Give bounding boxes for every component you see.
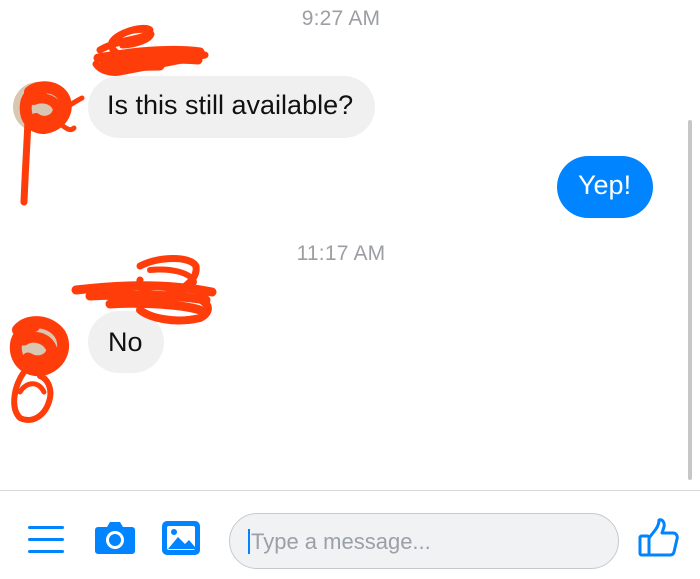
timestamp: 9:27 AM [301,7,381,30]
timestamp: 11:17 AM [296,242,386,265]
incoming-message[interactable]: No [88,311,164,373]
like-icon[interactable] [637,517,679,559]
avatar[interactable] [13,82,63,132]
menu-icon[interactable] [26,521,66,557]
photo-icon[interactable] [160,519,202,557]
camera-icon[interactable] [94,519,136,555]
scrollbar[interactable] [688,120,692,480]
message-input[interactable]: Type a message... [229,513,619,569]
outgoing-message[interactable]: Yep! [557,156,654,218]
message-placeholder: Type a message... [251,529,431,554]
avatar[interactable] [13,317,63,367]
incoming-message[interactable]: Is this still available? [88,76,376,138]
composer-bar: Type a message... [0,490,700,579]
text-cursor [248,529,250,554]
chat-screen: 9:27 AM Is this still available? Yep! 11… [0,0,700,579]
